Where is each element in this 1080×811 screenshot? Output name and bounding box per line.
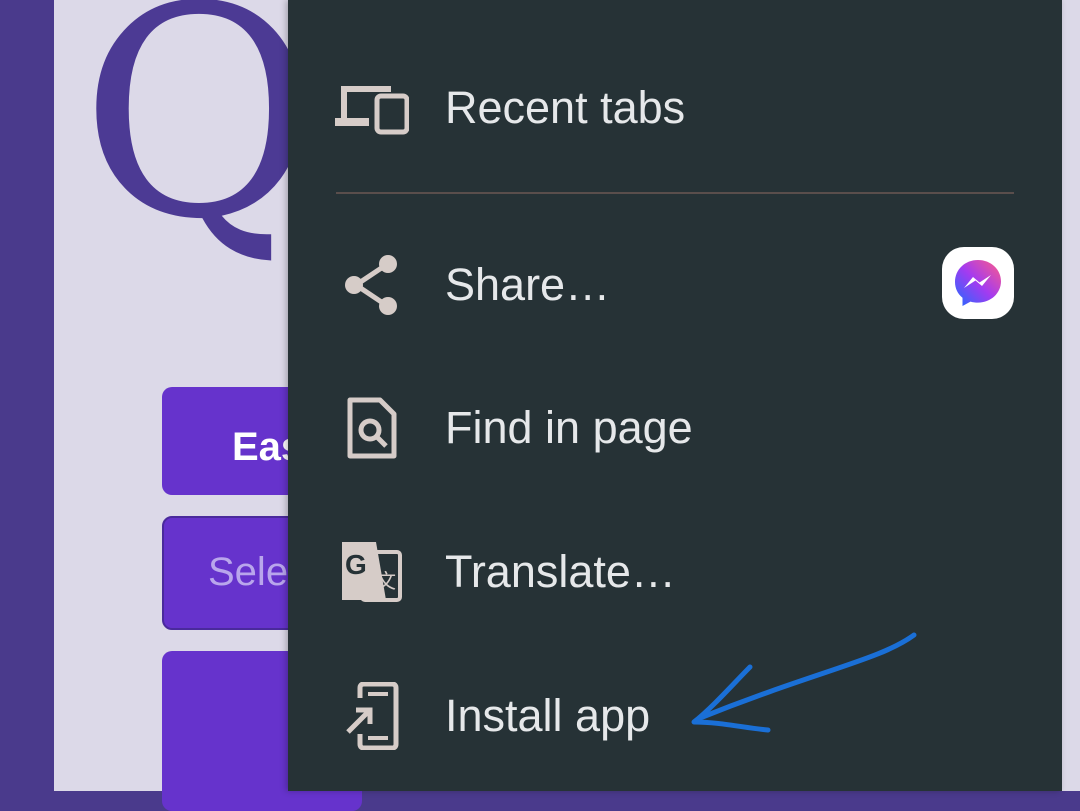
browser-overflow-menu: Recent tabs Share… Find in page G 文 Tran… <box>288 0 1062 791</box>
menu-item-label: Share… <box>445 259 611 310</box>
menu-item-find-in-page[interactable]: Find in page <box>288 373 1062 483</box>
select-button-label: Sele <box>208 550 289 594</box>
menu-item-label: Find in page <box>445 402 693 453</box>
menu-item-translate[interactable]: G 文 Translate… <box>288 517 1062 627</box>
find-in-page-icon <box>332 388 412 468</box>
menu-item-recent-tabs[interactable]: Recent tabs <box>288 53 1062 163</box>
install-app-icon <box>332 676 412 756</box>
site-logo: Q <box>80 0 318 283</box>
svg-text:G: G <box>345 549 367 580</box>
menu-item-label: Recent tabs <box>445 82 686 133</box>
messenger-share-button[interactable] <box>942 247 1014 319</box>
share-icon <box>332 245 412 325</box>
devices-icon <box>332 68 412 148</box>
svg-text:文: 文 <box>376 569 396 593</box>
translate-icon: G 文 <box>332 532 412 612</box>
menu-item-install-app[interactable]: Install app <box>288 661 1062 771</box>
menu-divider <box>336 192 1014 194</box>
menu-item-label: Translate… <box>445 546 676 597</box>
messenger-icon <box>955 260 1001 306</box>
menu-item-label: Install app <box>445 690 651 741</box>
